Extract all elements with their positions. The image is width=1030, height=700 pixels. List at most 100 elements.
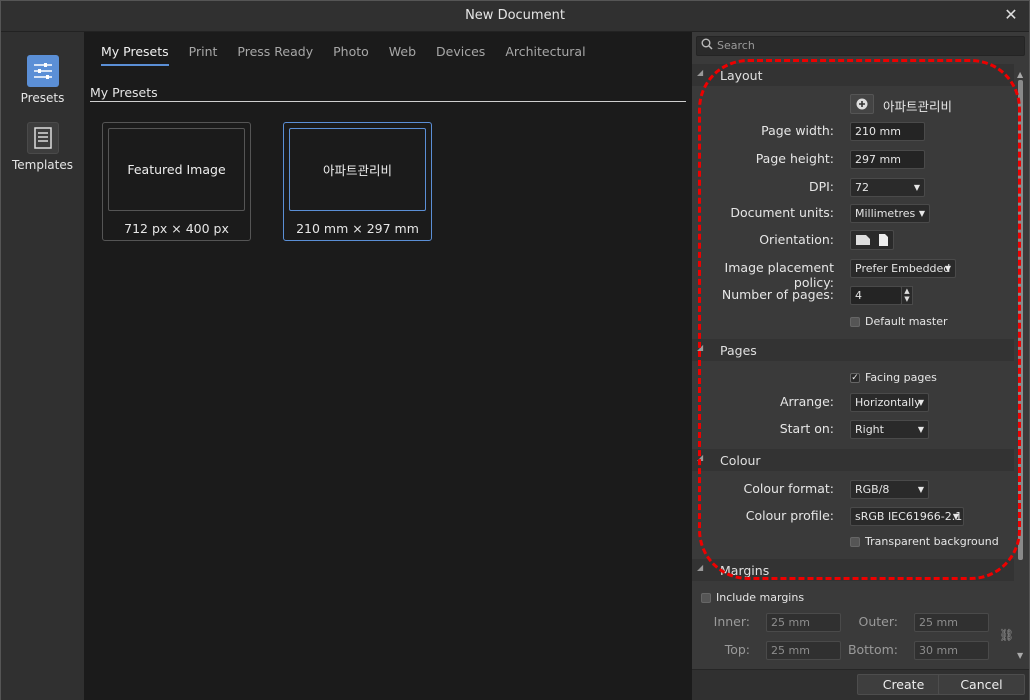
units-value: Millimetres	[855, 207, 916, 220]
portrait-icon[interactable]	[878, 233, 889, 247]
dpi-dropdown[interactable]: 72 ▼	[850, 178, 925, 197]
search-input[interactable]: Search	[696, 36, 1025, 56]
chevron-down-icon: ▼	[917, 425, 924, 434]
transparent-background-checkbox[interactable]: Transparent background	[850, 535, 999, 548]
checkbox-box	[850, 536, 860, 547]
presets-label: Presets	[20, 91, 65, 105]
cancel-button[interactable]: Cancel	[938, 674, 1025, 695]
title-bar: New Document ✕	[1, 1, 1029, 32]
plus-circle-icon	[856, 98, 868, 110]
top-margin-field[interactable]: 25 mm	[766, 641, 841, 660]
checkbox-box	[850, 316, 860, 327]
tab-print[interactable]: Print	[189, 44, 218, 66]
preset-card[interactable]: 아파트관리비 210 mm × 297 mm	[283, 122, 432, 241]
dialog-footer: Create Cancel	[692, 669, 1029, 700]
tab-photo[interactable]: Photo	[333, 44, 369, 66]
document-units-label: Document units:	[730, 205, 834, 220]
default-master-label: Default master	[865, 315, 948, 328]
collapse-triangle-icon: ◢	[697, 563, 704, 572]
scrollbar[interactable]: ▲ ▼	[1016, 70, 1026, 660]
bottom-label: Bottom:	[847, 642, 898, 657]
layout-group-header[interactable]: ◢ Layout	[692, 64, 1014, 86]
close-button[interactable]: ✕	[1001, 5, 1021, 25]
document-units-dropdown[interactable]: Millimetres ▼	[850, 204, 930, 223]
tab-web[interactable]: Web	[389, 44, 416, 66]
add-preset-button[interactable]	[850, 94, 874, 114]
transparent-background-label: Transparent background	[865, 535, 999, 548]
window-title: New Document	[465, 8, 565, 23]
close-icon: ✕	[1004, 5, 1018, 24]
margins-group-title: Margins	[720, 563, 770, 578]
presets-area: My Presets Print Press Ready Photo Web D…	[84, 32, 692, 700]
orientation-label: Orientation:	[759, 232, 834, 247]
colour-group-header[interactable]: ◢ Colour	[692, 449, 1014, 471]
layout-group-title: Layout	[720, 68, 763, 83]
templates-button[interactable]: Templates	[1, 122, 84, 172]
chevron-down-icon: ▼	[944, 264, 951, 273]
page-height-label: Page height:	[755, 151, 834, 166]
colour-format-dropdown[interactable]: RGB/8 ▼	[850, 480, 929, 499]
presets-button[interactable]: Presets	[1, 55, 84, 105]
preset-size: 712 px × 400 px	[124, 221, 229, 236]
checkmark-icon: ✓	[850, 372, 860, 383]
dpi-label: DPI:	[808, 179, 834, 194]
collapse-triangle-icon: ◢	[697, 343, 704, 352]
scroll-down-icon: ▼	[1017, 651, 1024, 660]
arrange-label: Arrange:	[779, 394, 834, 409]
tab-architectural[interactable]: Architectural	[505, 44, 585, 66]
include-margins-label: Include margins	[716, 591, 805, 604]
preset-tabs: My Presets Print Press Ready Photo Web D…	[101, 44, 606, 66]
collapse-triangle-icon: ◢	[697, 453, 704, 462]
colour-group-title: Colour	[720, 453, 761, 468]
page-width-label: Page width:	[761, 123, 834, 138]
pages-group-header[interactable]: ◢ Pages	[692, 339, 1014, 361]
top-label: Top:	[724, 642, 750, 657]
start-on-dropdown[interactable]: Right ▼	[850, 420, 929, 439]
new-document-dialog: New Document ✕ Presets Templates My Pres…	[0, 0, 1030, 700]
default-master-checkbox[interactable]: Default master	[850, 315, 947, 328]
scroll-up-icon: ▲	[1017, 70, 1024, 79]
margins-group-header[interactable]: ◢ Margins	[692, 559, 1014, 581]
search-placeholder: Search	[717, 39, 755, 52]
link-icon[interactable]: ⛓	[999, 628, 1014, 642]
colour-profile-value: sRGB IEC61966-2.1	[855, 510, 963, 523]
colour-format-label: Colour format:	[743, 481, 834, 496]
arrange-dropdown[interactable]: Horizontally ▼	[850, 393, 929, 412]
preset-name: 아파트관리비	[322, 163, 392, 178]
tab-my-presets[interactable]: My Presets	[101, 44, 169, 66]
facing-pages-checkbox[interactable]: ✓ Facing pages	[850, 371, 937, 384]
scrollbar-thumb[interactable]	[1018, 80, 1023, 560]
collapse-triangle-icon: ◢	[697, 68, 704, 77]
start-on-label: Start on:	[779, 421, 834, 436]
left-sidebar: Presets Templates	[1, 32, 84, 700]
outer-label: Outer:	[858, 614, 898, 629]
dpi-value: 72	[855, 181, 869, 194]
image-placement-dropdown[interactable]: Prefer Embedded ▼	[850, 259, 956, 278]
chevron-down-icon: ▼	[918, 209, 925, 218]
page-height-field[interactable]: 297 mm	[850, 150, 925, 169]
page-width-field[interactable]: 210 mm	[850, 122, 925, 141]
bottom-margin-field[interactable]: 30 mm	[914, 641, 989, 660]
inner-margin-field[interactable]: 25 mm	[766, 613, 841, 632]
arrange-value: Horizontally	[855, 396, 921, 409]
preset-name: Featured Image	[127, 162, 226, 177]
pages-stepper[interactable]: ▲ ▼	[901, 286, 913, 305]
create-button[interactable]: Create	[857, 674, 950, 695]
tab-devices[interactable]: Devices	[436, 44, 485, 66]
placement-value: Prefer Embedded	[855, 262, 951, 275]
preset-size: 210 mm × 297 mm	[296, 221, 419, 236]
chevron-down-icon: ▼	[917, 485, 924, 494]
inner-label: Inner:	[713, 614, 750, 629]
document-settings-panel: Search ◢ Layout 아파트관리비 Page width: 210 m…	[692, 32, 1029, 669]
number-of-pages-field[interactable]: 4	[850, 286, 902, 305]
tab-press-ready[interactable]: Press Ready	[237, 44, 313, 66]
chevron-down-icon: ▼	[952, 512, 959, 521]
colour-profile-dropdown[interactable]: sRGB IEC61966-2.1 ▼	[850, 507, 964, 526]
preset-card[interactable]: Featured Image 712 px × 400 px	[102, 122, 251, 241]
templates-label: Templates	[11, 158, 73, 172]
outer-margin-field[interactable]: 25 mm	[914, 613, 989, 632]
presets-icon	[26, 55, 59, 87]
landscape-icon[interactable]	[855, 234, 871, 246]
preset-thumbnail: 아파트관리비	[289, 128, 426, 211]
include-margins-checkbox[interactable]: Include margins	[701, 591, 804, 604]
